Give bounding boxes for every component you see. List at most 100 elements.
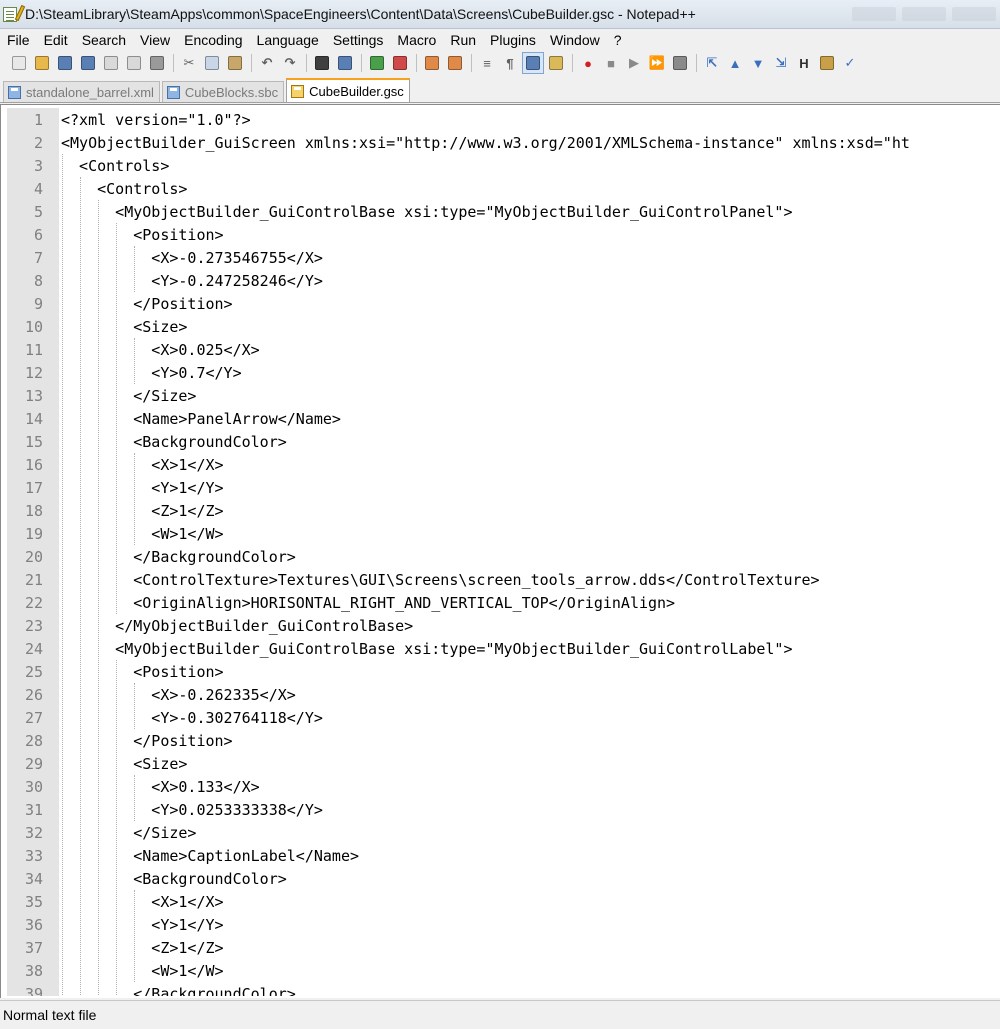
show-all-chars-button[interactable]: ¶ [499, 52, 521, 74]
line-text: <X>1</X> [61, 455, 224, 474]
copy-button[interactable] [201, 52, 223, 74]
line-text: <Name>CaptionLabel</Name> [61, 846, 360, 865]
line-number: 34 [24, 869, 43, 888]
menu-item-run[interactable]: Run [443, 30, 483, 50]
run-macro-multiple-button[interactable]: ⏩ [646, 52, 668, 74]
line-text: <Z>1</Z> [61, 938, 224, 957]
code-line[interactable]: 7 <X>-0.273546755</X> [7, 246, 1000, 269]
indent-guide-button[interactable] [522, 52, 544, 74]
redo-button[interactable]: ↷ [279, 52, 301, 74]
zoom-in-button[interactable] [366, 52, 388, 74]
fold-all-button[interactable]: ⇱ [701, 52, 723, 74]
indent-guide [62, 154, 63, 996]
menu-item-macro[interactable]: Macro [390, 30, 443, 50]
save-button[interactable] [54, 52, 76, 74]
code-line[interactable]: 32 </Size> [7, 821, 1000, 844]
menu-item-search[interactable]: Search [75, 30, 133, 50]
code-line[interactable]: 31 <Y>0.0253333338</Y> [7, 798, 1000, 821]
code-line[interactable]: 22 <OriginAlign>HORISONTAL_RIGHT_AND_VER… [7, 591, 1000, 614]
code-line[interactable]: 36 <Y>1</Y> [7, 913, 1000, 936]
code-line[interactable]: 1 <?xml version="1.0"?> [7, 108, 1000, 131]
code-line[interactable]: 15 <BackgroundColor> [7, 430, 1000, 453]
undo-button[interactable]: ↶ [256, 52, 278, 74]
save-all-button[interactable] [77, 52, 99, 74]
code-line[interactable]: 28 </Position> [7, 729, 1000, 752]
code-line[interactable]: 21 <ControlTexture>Textures\GUI\Screens\… [7, 568, 1000, 591]
indent-guide [116, 660, 118, 996]
line-number: 28 [24, 731, 43, 750]
hex-editor-button[interactable]: H [793, 52, 815, 74]
code-line[interactable]: 27 <Y>-0.302764118</Y> [7, 706, 1000, 729]
open-file-button[interactable] [31, 52, 53, 74]
menu-item-edit[interactable]: Edit [37, 30, 75, 50]
code-line[interactable]: 35 <X>1</X> [7, 890, 1000, 913]
code-line[interactable]: 6 <Position> [7, 223, 1000, 246]
code-editor[interactable]: 1 <?xml version="1.0"?> 2 <MyObjectBuilder_… [7, 108, 1000, 996]
code-line[interactable]: 4 <Controls> [7, 177, 1000, 200]
playback-macro-button[interactable]: ▶ [623, 52, 645, 74]
code-line[interactable]: 29 <Size> [7, 752, 1000, 775]
spell-check-button[interactable]: ✓ [839, 52, 861, 74]
replace-button[interactable] [334, 52, 356, 74]
find-button[interactable] [311, 52, 333, 74]
code-line[interactable]: 30 <X>0.133</X> [7, 775, 1000, 798]
menu-item-settings[interactable]: Settings [326, 30, 391, 50]
close-button[interactable] [100, 52, 122, 74]
code-line[interactable]: 26 <X>-0.262335</X> [7, 683, 1000, 706]
line-number: 4 [33, 179, 43, 198]
code-line[interactable]: 9 </Position> [7, 292, 1000, 315]
code-line[interactable]: 3 <Controls> [7, 154, 1000, 177]
code-line[interactable]: 23 </MyObjectBuilder_GuiControlBase> [7, 614, 1000, 637]
stop-recording-button[interactable]: ■ [600, 52, 622, 74]
line-number: 32 [24, 823, 43, 842]
toolbar-separator [251, 54, 252, 72]
tab-cubebuilder-gsc[interactable]: CubeBuilder.gsc [286, 78, 410, 102]
menu-item-help[interactable]: ? [607, 30, 629, 50]
code-line[interactable]: 10 <Size> [7, 315, 1000, 338]
code-line[interactable]: 19 <W>1</W> [7, 522, 1000, 545]
close-icon [104, 56, 118, 70]
paste-button[interactable] [224, 52, 246, 74]
code-line[interactable]: 38 <W>1</W> [7, 959, 1000, 982]
tab-standalone-barrel-xml[interactable]: standalone_barrel.xml [3, 81, 160, 102]
menu-item-window[interactable]: Window [543, 30, 607, 50]
save-macro-button[interactable] [669, 52, 691, 74]
code-line[interactable]: 20 </BackgroundColor> [7, 545, 1000, 568]
code-line[interactable]: 34 <BackgroundColor> [7, 867, 1000, 890]
word-wrap-button[interactable]: ≡ [476, 52, 498, 74]
unfold-all-button[interactable]: ⇲ [770, 52, 792, 74]
plugin-button[interactable] [816, 52, 838, 74]
code-line[interactable]: 33 <Name>CaptionLabel</Name> [7, 844, 1000, 867]
menu-item-file[interactable]: File [0, 30, 37, 50]
code-line[interactable]: 25 <Position> [7, 660, 1000, 683]
code-line[interactable]: 16 <X>1</X> [7, 453, 1000, 476]
code-line[interactable]: 14 <Name>PanelArrow</Name> [7, 407, 1000, 430]
menu-item-view[interactable]: View [133, 30, 177, 50]
menu-item-language[interactable]: Language [250, 30, 326, 50]
zoom-out-button[interactable] [389, 52, 411, 74]
cut-button[interactable]: ✂ [178, 52, 200, 74]
sync-vertical-button[interactable] [421, 52, 443, 74]
code-line[interactable]: 39 </BackgroundColor> [7, 982, 1000, 997]
record-macro-button[interactable]: ● [577, 52, 599, 74]
new-file-button[interactable] [8, 52, 30, 74]
code-line[interactable]: 12 <Y>0.7</Y> [7, 361, 1000, 384]
code-line[interactable]: 8 <Y>-0.247258246</Y> [7, 269, 1000, 292]
arrow-up-button[interactable]: ▲ [724, 52, 746, 74]
close-all-button[interactable] [123, 52, 145, 74]
code-line[interactable]: 2 <MyObjectBuilder_GuiScreen xmlns:xsi="h… [7, 131, 1000, 154]
code-line[interactable]: 13 </Size> [7, 384, 1000, 407]
code-line[interactable]: 18 <Z>1</Z> [7, 499, 1000, 522]
user-language-button[interactable] [545, 52, 567, 74]
code-line[interactable]: 24 <MyObjectBuilder_GuiControlBase xsi:t… [7, 637, 1000, 660]
tab-cubeblocks-sbc[interactable]: CubeBlocks.sbc [161, 81, 285, 102]
code-line[interactable]: 37 <Z>1</Z> [7, 936, 1000, 959]
menu-item-plugins[interactable]: Plugins [483, 30, 543, 50]
arrow-down-button[interactable]: ▼ [747, 52, 769, 74]
sync-horizontal-button[interactable] [444, 52, 466, 74]
print-button[interactable] [146, 52, 168, 74]
code-line[interactable]: 17 <Y>1</Y> [7, 476, 1000, 499]
menu-item-encoding[interactable]: Encoding [177, 30, 249, 50]
code-line[interactable]: 5 <MyObjectBuilder_GuiControlBase xsi:ty… [7, 200, 1000, 223]
code-line[interactable]: 11 <X>0.025</X> [7, 338, 1000, 361]
